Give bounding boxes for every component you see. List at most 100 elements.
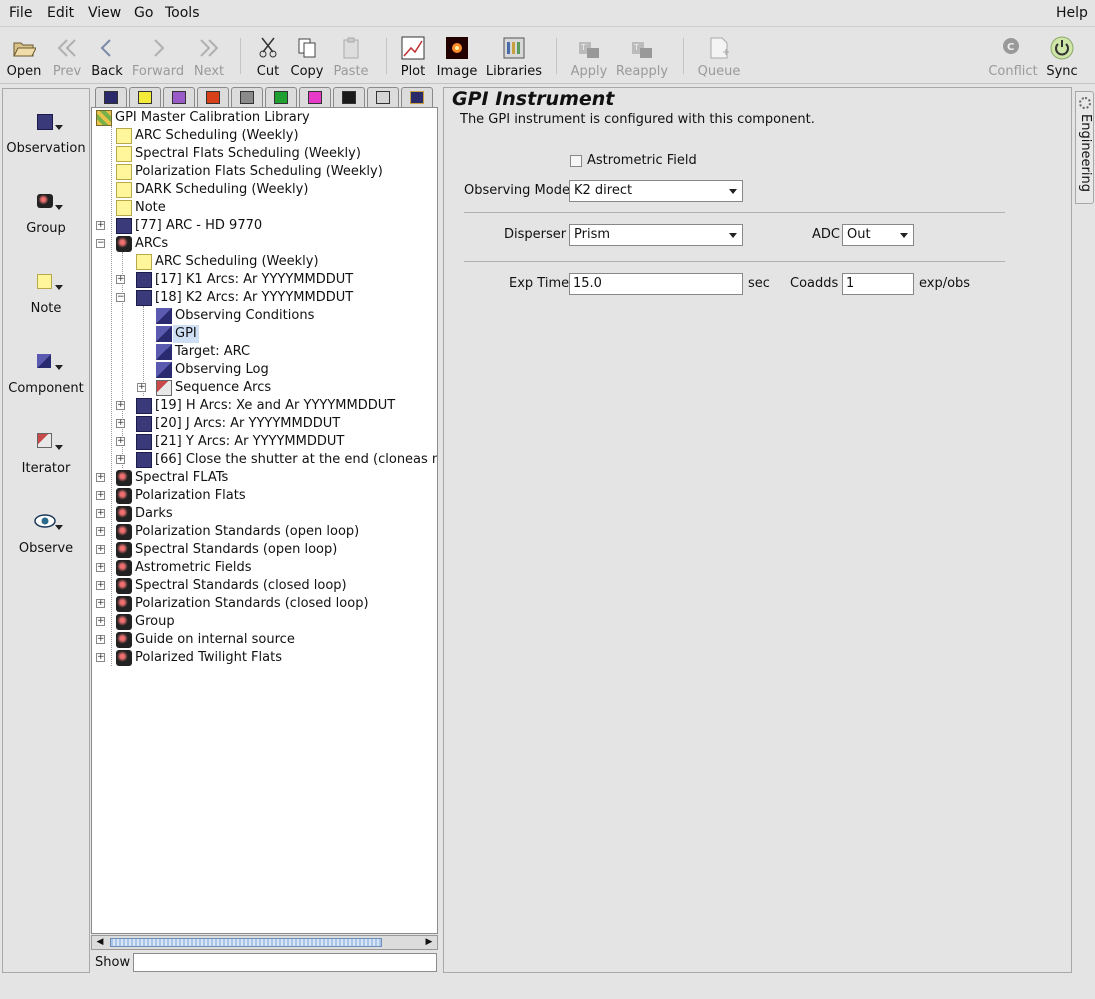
reapply-button[interactable]: T Reapply [614, 30, 670, 82]
next-button[interactable]: Next [190, 30, 228, 82]
tree-node[interactable]: − ARCs [92, 235, 437, 253]
tab-purple-filter[interactable] [163, 87, 195, 107]
tab-light-filter[interactable] [367, 87, 399, 107]
expand-icon[interactable]: + [96, 509, 105, 518]
menu-edit[interactable]: Edit [47, 5, 74, 21]
collapse-icon[interactable]: − [116, 293, 125, 302]
sync-button[interactable]: Sync [1042, 30, 1082, 82]
expand-icon[interactable]: + [96, 527, 105, 536]
tree-node[interactable]: + [77] ARC - HD 9770 [92, 217, 437, 235]
tree-node[interactable]: + Guide on internal source [92, 631, 437, 649]
paste-button[interactable]: Paste [330, 30, 372, 82]
exp-time-input[interactable]: 15.0 [569, 273, 743, 295]
adc-select[interactable]: Out [842, 224, 914, 246]
note-palette-item[interactable]: Note [3, 271, 89, 316]
scroll-right-icon[interactable]: ▶ [423, 937, 435, 948]
image-button[interactable]: Image [434, 30, 480, 82]
group-palette-item[interactable]: Group [3, 191, 89, 236]
expand-icon[interactable]: + [96, 545, 105, 554]
tree-node[interactable]: DARK Scheduling (Weekly) [92, 181, 437, 199]
menu-help[interactable]: Help [1056, 5, 1088, 21]
observing-mode-select[interactable]: K2 direct [569, 180, 743, 202]
tree-node[interactable]: + Sequence Arcs [92, 379, 437, 397]
tree-node[interactable]: + Polarized Twilight Flats [92, 649, 437, 667]
disperser-select[interactable]: Prism [569, 224, 743, 246]
tab-green-filter[interactable] [265, 87, 297, 107]
tree-node[interactable]: + [20] J Arcs: Ar YYYYMMDDUT [92, 415, 437, 433]
tree-node[interactable]: ARC Scheduling (Weekly) [92, 127, 437, 145]
plot-button[interactable]: Plot [396, 30, 430, 82]
menu-go[interactable]: Go [134, 5, 153, 21]
scroll-left-icon[interactable]: ◀ [94, 937, 106, 948]
expand-icon[interactable]: + [96, 599, 105, 608]
tab-note-filter[interactable] [129, 87, 161, 107]
menu-file[interactable]: File [9, 5, 32, 21]
libraries-button[interactable]: Libraries [484, 30, 544, 82]
astrometric-field-checkbox[interactable] [570, 155, 582, 167]
expand-icon[interactable]: + [96, 473, 105, 482]
forward-button[interactable]: Forward [130, 30, 186, 82]
expand-icon[interactable]: + [96, 653, 105, 662]
expand-icon[interactable]: + [137, 383, 146, 392]
expand-icon[interactable]: + [96, 617, 105, 626]
observation-palette-item[interactable]: Observation [3, 111, 89, 156]
coadds-input[interactable]: 1 [842, 273, 914, 295]
open-button[interactable]: Open [4, 30, 44, 82]
expand-icon[interactable]: + [96, 581, 105, 590]
tree-node[interactable]: + [21] Y Arcs: Ar YYYYMMDDUT [92, 433, 437, 451]
conflict-button[interactable]: C Conflict [986, 30, 1040, 82]
program-tree[interactable]: GPI Master Calibration Library ARC Sched… [91, 107, 438, 934]
cut-button[interactable]: Cut [250, 30, 286, 82]
tree-node[interactable]: + Spectral FLATs [92, 469, 437, 487]
tab-gray-filter[interactable] [231, 87, 263, 107]
tree-node[interactable]: + Polarization Flats [92, 487, 437, 505]
component-palette-item[interactable]: Component [3, 351, 89, 396]
expand-icon[interactable]: + [96, 563, 105, 572]
tree-horizontal-scrollbar[interactable]: ◀ ▶ [91, 935, 438, 950]
tab-magenta-filter[interactable] [299, 87, 331, 107]
expand-icon[interactable]: + [116, 455, 125, 464]
expand-icon[interactable]: + [116, 275, 125, 284]
back-button[interactable]: Back [88, 30, 126, 82]
menu-tools[interactable]: Tools [165, 5, 200, 21]
iterator-palette-item[interactable]: Iterator [3, 431, 89, 476]
tab-black-filter[interactable] [333, 87, 365, 107]
expand-icon[interactable]: + [116, 401, 125, 410]
prev-button[interactable]: Prev [48, 30, 86, 82]
tree-node-selected[interactable]: GPI [92, 325, 437, 343]
tree-node[interactable]: Note [92, 199, 437, 217]
copy-button[interactable]: Copy [288, 30, 326, 82]
expand-icon[interactable]: + [96, 635, 105, 644]
expand-icon[interactable]: + [116, 419, 125, 428]
observe-palette-item[interactable]: Observe [3, 511, 89, 556]
expand-icon[interactable]: + [116, 437, 125, 446]
tree-node[interactable]: + [19] H Arcs: Xe and Ar YYYYMMDDUT [92, 397, 437, 415]
tab-group-filter[interactable] [401, 87, 433, 107]
tree-root[interactable]: GPI Master Calibration Library [92, 109, 437, 127]
tab-observation-filter[interactable] [95, 87, 127, 107]
expand-icon[interactable]: + [96, 491, 105, 500]
tree-node[interactable]: + Spectral Standards (open loop) [92, 541, 437, 559]
queue-button[interactable]: Queue [694, 30, 744, 82]
tree-node[interactable]: Target: ARC [92, 343, 437, 361]
tree-node[interactable]: Polarization Flats Scheduling (Weekly) [92, 163, 437, 181]
tree-node[interactable]: + [17] K1 Arcs: Ar YYYYMMDDUT [92, 271, 437, 289]
tree-node[interactable]: Observing Conditions [92, 307, 437, 325]
expand-icon[interactable]: + [96, 221, 105, 230]
tree-node[interactable]: + Group [92, 613, 437, 631]
menu-view[interactable]: View [88, 5, 121, 21]
show-input[interactable] [133, 953, 437, 972]
tree-node[interactable]: + [66] Close the shutter at the end (clo… [92, 451, 437, 469]
tree-node[interactable]: − [18] K2 Arcs: Ar YYYYMMDDUT [92, 289, 437, 307]
scrollbar-thumb[interactable] [110, 938, 382, 947]
tree-node[interactable]: + Polarization Standards (open loop) [92, 523, 437, 541]
tree-node[interactable]: + Astrometric Fields [92, 559, 437, 577]
tree-node[interactable]: Spectral Flats Scheduling (Weekly) [92, 145, 437, 163]
apply-button[interactable]: T Apply [566, 30, 612, 82]
tab-red-filter[interactable] [197, 87, 229, 107]
tree-node[interactable]: + Darks [92, 505, 437, 523]
tree-node[interactable]: ARC Scheduling (Weekly) [92, 253, 437, 271]
tree-node[interactable]: + Polarization Standards (closed loop) [92, 595, 437, 613]
collapse-icon[interactable]: − [96, 239, 105, 248]
engineering-tab[interactable]: Engineering [1075, 91, 1094, 204]
